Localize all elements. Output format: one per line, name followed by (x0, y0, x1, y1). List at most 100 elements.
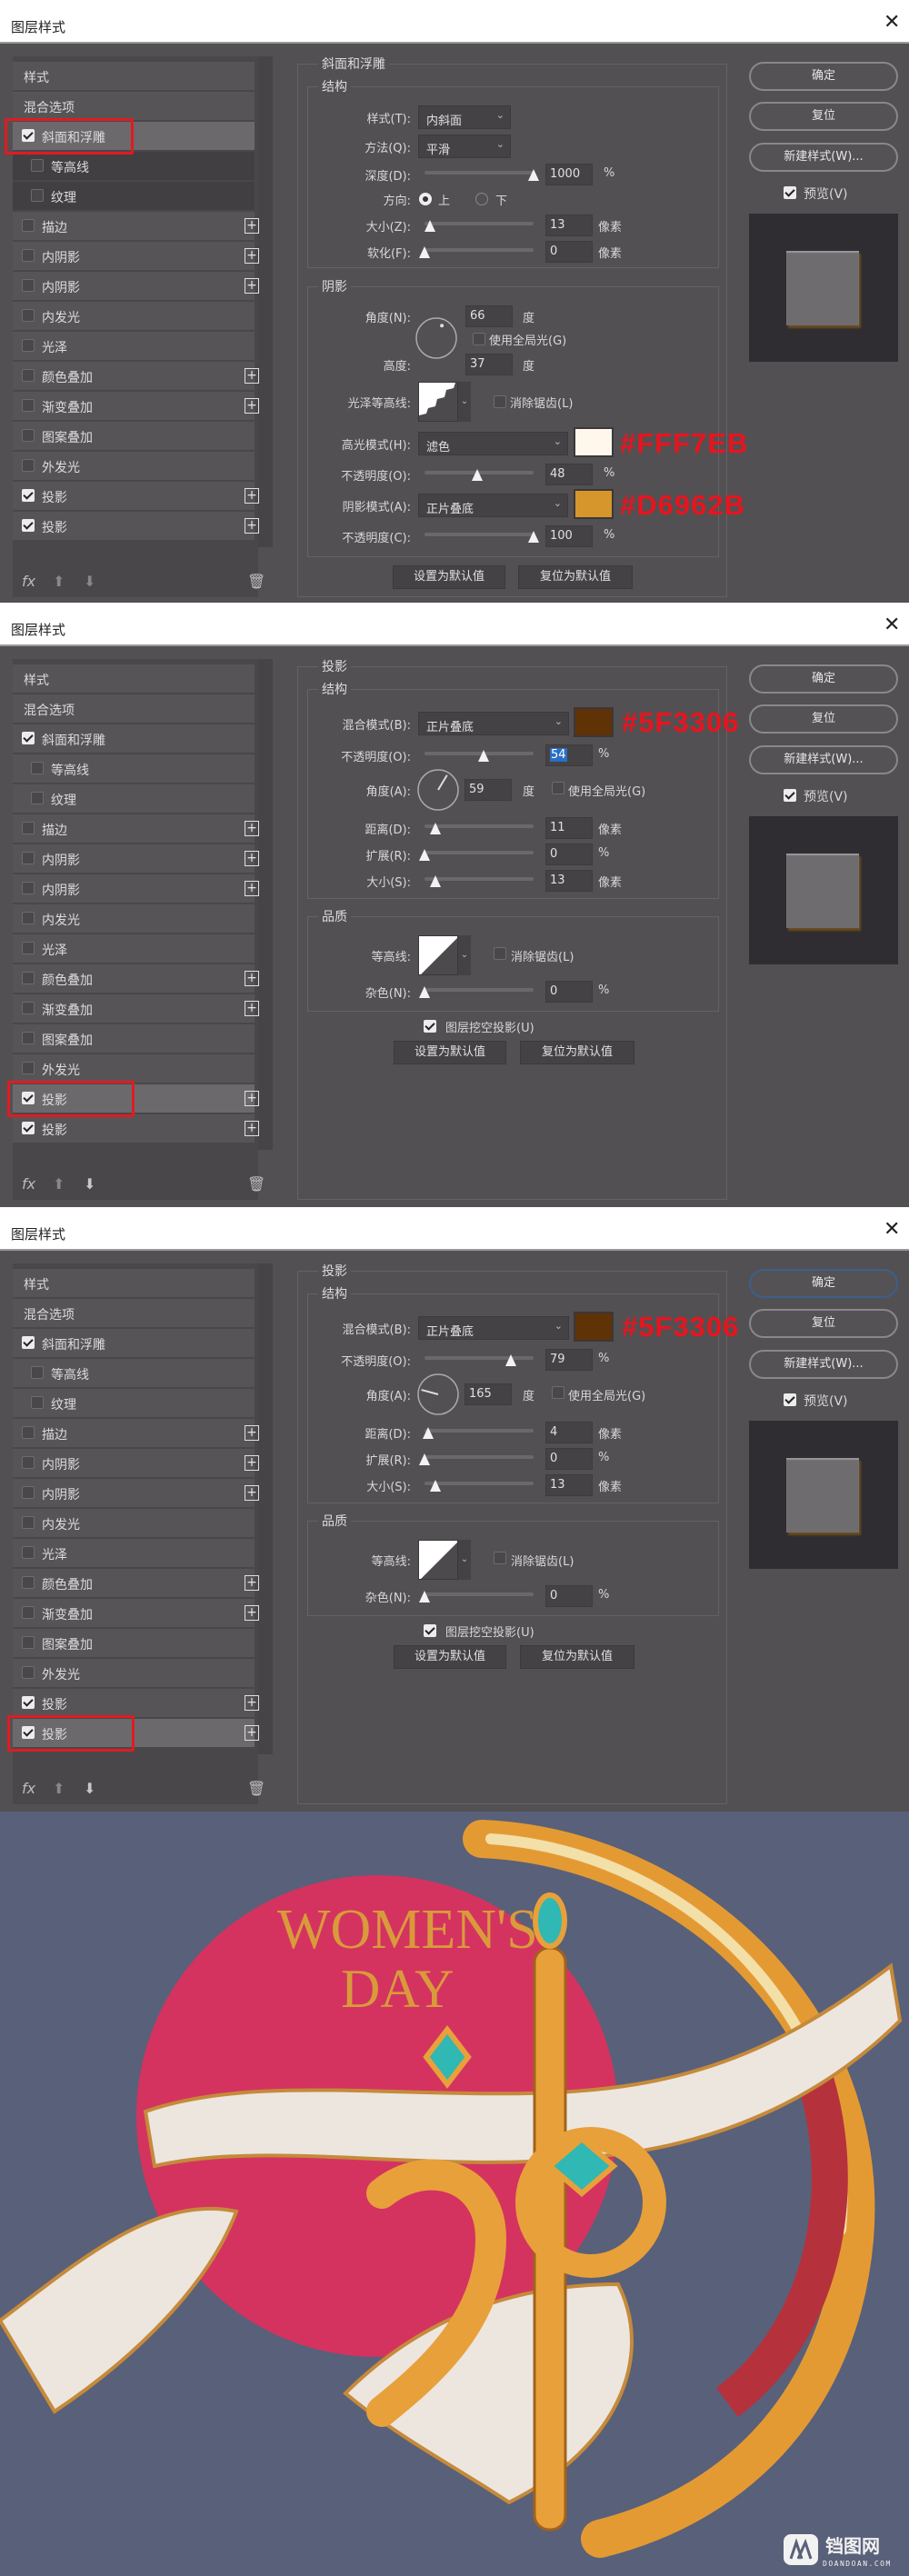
effects-list-item[interactable]: 外发光 (13, 1054, 255, 1083)
effect-checkbox[interactable] (22, 1546, 35, 1559)
global-light-checkbox[interactable] (552, 1386, 564, 1399)
highlight-opacity-input[interactable]: 48 (545, 464, 593, 485)
plus-icon[interactable]: + (245, 1091, 259, 1106)
highlight-mode-dropdown[interactable]: 滤色 ⌄ (418, 432, 568, 455)
size-slider-track[interactable] (425, 222, 534, 225)
plus-icon[interactable]: + (245, 881, 259, 896)
effects-list-item[interactable]: 图案叠加 (13, 1629, 255, 1657)
effect-checkbox[interactable] (22, 1456, 35, 1469)
reset-default-button[interactable]: 复位为默认值 (520, 1041, 634, 1064)
effect-checkbox[interactable] (22, 279, 35, 292)
effects-list-item[interactable]: 渐变叠加 + (13, 392, 259, 420)
blend-mode-dropdown[interactable]: 正片叠底 ⌄ (418, 1316, 569, 1340)
effects-list-item[interactable]: 渐变叠加 + (13, 1599, 259, 1627)
spread-slider-thumb[interactable] (419, 849, 430, 861)
contour-picker[interactable] (418, 935, 458, 975)
make-default-button[interactable]: 设置为默认值 (394, 1041, 506, 1064)
global-light-checkbox[interactable] (552, 782, 564, 794)
effects-list-item[interactable]: 内发光 (13, 904, 255, 933)
effects-list-item[interactable]: 等高线 (13, 1359, 255, 1387)
reset-default-button[interactable]: 复位为默认值 (520, 1645, 634, 1669)
effect-checkbox[interactable] (22, 912, 35, 924)
distance-input[interactable]: 4 (545, 1422, 593, 1443)
effects-list-item[interactable]: 内阴影 + (13, 242, 259, 270)
reset-default-button[interactable]: 复位为默认值 (518, 565, 633, 589)
blend-mode-dropdown[interactable]: 正片叠底 ⌄ (418, 712, 569, 735)
effect-checkbox[interactable] (22, 972, 35, 984)
fx-icon[interactable]: fx (22, 1175, 35, 1193)
gloss-contour-picker[interactable] (418, 382, 458, 422)
close-icon[interactable]: ✕ (884, 1218, 900, 1241)
plus-icon[interactable]: + (245, 821, 259, 836)
effects-list-item[interactable]: 斜面和浮雕 (13, 1329, 255, 1357)
effect-checkbox[interactable] (22, 459, 35, 472)
anti-alias-checkbox[interactable] (494, 947, 506, 960)
noise-input[interactable]: 0 (545, 981, 593, 1003)
effect-checkbox[interactable] (22, 1122, 35, 1134)
effects-list-item[interactable]: 内阴影 + (13, 272, 259, 300)
preview-checkbox[interactable] (784, 186, 796, 199)
plus-icon[interactable]: + (245, 1425, 259, 1441)
effects-list-scrollbar[interactable] (258, 659, 273, 1150)
effect-checkbox[interactable] (22, 1606, 35, 1619)
plus-icon[interactable]: + (245, 1121, 259, 1136)
size-input[interactable]: 13 (545, 1474, 593, 1496)
size-slider-thumb[interactable] (430, 1480, 441, 1492)
effects-list-scrollbar[interactable] (258, 1263, 273, 1754)
angle-input[interactable]: 59 (464, 779, 512, 801)
spread-slider-track[interactable] (425, 1455, 534, 1459)
effects-list-item[interactable]: 内阴影 + (13, 844, 259, 873)
soften-slider-thumb[interactable] (419, 246, 430, 258)
effects-list-item[interactable]: 样式 (13, 1269, 255, 1297)
opacity-input[interactable]: 54 (545, 744, 593, 766)
trash-icon[interactable]: 🗑 (247, 573, 265, 590)
distance-slider-thumb[interactable] (430, 823, 441, 834)
effects-list-item[interactable]: 内发光 (13, 302, 255, 330)
effect-checkbox[interactable] (22, 249, 35, 262)
direction-up-radio[interactable] (419, 193, 432, 205)
effect-checkbox[interactable] (22, 1062, 35, 1074)
effects-list-item[interactable]: 纹理 (13, 784, 255, 813)
effect-checkbox[interactable] (22, 942, 35, 954)
angle-input[interactable]: 165 (464, 1383, 512, 1405)
direction-down-radio[interactable] (475, 193, 488, 205)
noise-slider-track[interactable] (425, 988, 534, 992)
effects-list-item[interactable]: 混合选项 (13, 92, 255, 120)
arrow-up-icon[interactable]: ⬆ (53, 1780, 65, 1797)
size-slider-track[interactable] (425, 877, 534, 881)
plus-icon[interactable]: + (245, 1455, 259, 1471)
effects-list-item[interactable]: 描边 + (13, 212, 259, 240)
anti-alias-checkbox[interactable] (494, 1552, 506, 1564)
effects-list-item[interactable]: 图案叠加 (13, 422, 255, 450)
shadow-mode-dropdown[interactable]: 正片叠底 ⌄ (418, 494, 568, 517)
make-default-button[interactable]: 设置为默认值 (393, 565, 505, 589)
effects-list-item[interactable]: 内阴影 + (13, 1479, 259, 1507)
effect-checkbox[interactable] (31, 189, 44, 202)
plus-icon[interactable]: + (245, 218, 259, 234)
new-style-button[interactable]: 新建样式(W)... (749, 143, 898, 172)
shadow-color-swatch[interactable] (574, 707, 614, 737)
plus-icon[interactable]: + (245, 1605, 259, 1621)
altitude-input[interactable]: 37 (465, 354, 513, 375)
opacity-slider-track[interactable] (425, 1356, 534, 1360)
chevron-down-icon[interactable]: ⌄ (458, 1540, 471, 1580)
soften-input[interactable]: 0 (545, 241, 593, 263)
effects-list-item[interactable]: 投影 + (13, 1114, 259, 1143)
arrow-up-icon[interactable]: ⬆ (53, 1175, 65, 1193)
effect-checkbox[interactable] (22, 1636, 35, 1649)
effect-checkbox[interactable] (22, 1516, 35, 1529)
arrow-up-icon[interactable]: ⬆ (53, 573, 65, 590)
effect-checkbox[interactable] (22, 1576, 35, 1589)
arrow-down-icon[interactable]: ⬇ (84, 1175, 95, 1193)
effects-list-item[interactable]: 样式 (13, 664, 255, 693)
plus-icon[interactable]: + (245, 1725, 259, 1741)
close-icon[interactable]: ✕ (884, 11, 900, 34)
effect-checkbox[interactable] (22, 852, 35, 864)
fx-icon[interactable]: fx (22, 573, 35, 590)
effects-list-item[interactable]: 样式 (13, 62, 255, 90)
new-style-button[interactable]: 新建样式(W)... (749, 1350, 898, 1379)
distance-slider-track[interactable] (425, 1429, 534, 1433)
effects-list-item[interactable]: 渐变叠加 + (13, 994, 259, 1023)
reset-button[interactable]: 复位 (749, 102, 898, 131)
plus-icon[interactable]: + (245, 1575, 259, 1591)
